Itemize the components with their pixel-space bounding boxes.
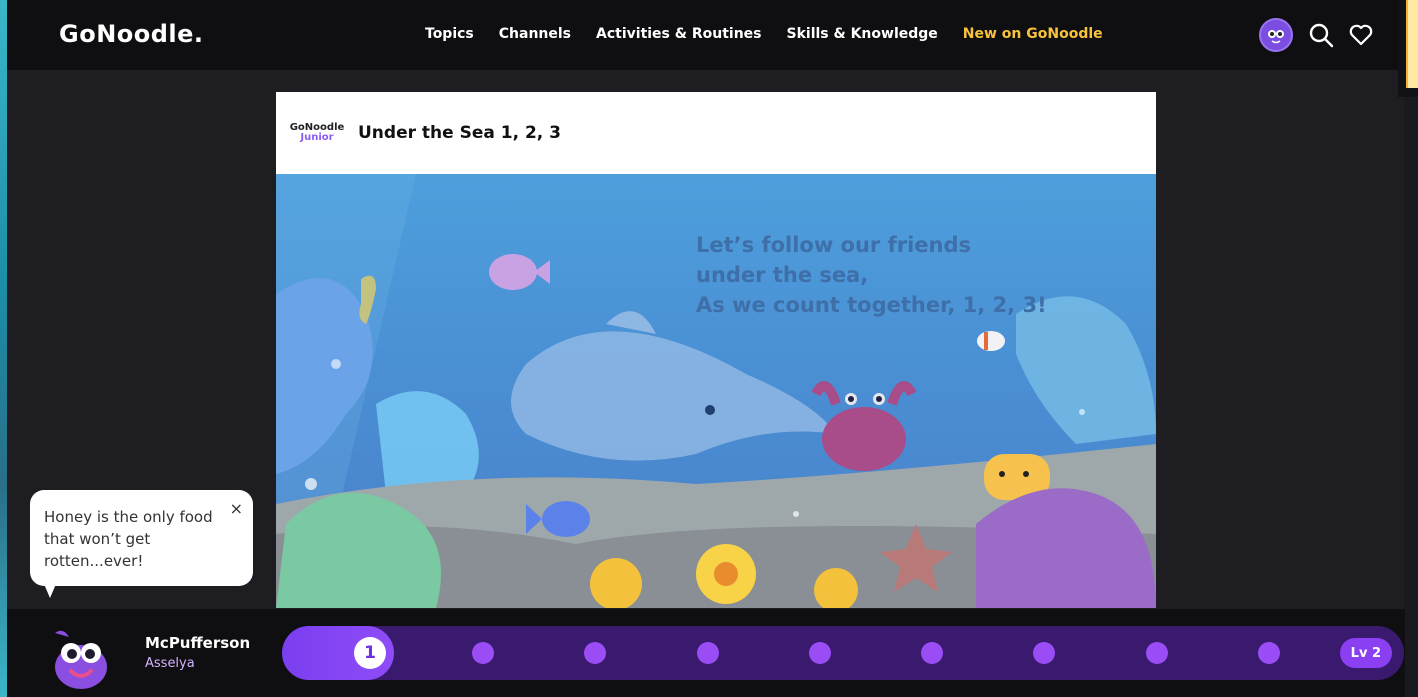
- gonoodle-junior-logo: GoNoodle Junior: [286, 118, 348, 148]
- window-edge: [1404, 97, 1418, 697]
- fun-fact-bubble: × Honey is the only food that won’t get …: [30, 490, 253, 598]
- heart-icon[interactable]: [1348, 22, 1374, 48]
- video-header: GoNoodle Junior Under the Sea 1, 2, 3: [276, 92, 1156, 174]
- nav-new-on-gonoodle[interactable]: New on GoNoodle: [963, 26, 1103, 42]
- champ-name: McPufferson: [145, 634, 251, 652]
- step-dot: [921, 642, 943, 664]
- video-card: GoNoodle Junior Under the Sea 1, 2, 3 Le…: [276, 92, 1156, 608]
- step-dot: [1258, 642, 1280, 664]
- site-header: GoNoodle. Topics Channels Activities & R…: [7, 0, 1398, 70]
- step-dot: [1033, 642, 1055, 664]
- video-player[interactable]: Let’s follow our friends under the sea, …: [276, 174, 1156, 608]
- progress-track: 1 Lv 2: [282, 626, 1404, 680]
- step-dot: [472, 642, 494, 664]
- step-dot: [697, 642, 719, 664]
- brand-line-2: Junior: [300, 132, 334, 143]
- main-nav: Topics Channels Activities & Routines Sk…: [425, 26, 1103, 42]
- champ-avatar: [45, 623, 115, 693]
- video-lyrics: Let’s follow our friends under the sea, …: [696, 230, 1047, 320]
- fun-fact-text: Honey is the only food that won’t get ro…: [44, 508, 213, 570]
- close-icon[interactable]: ×: [230, 498, 243, 520]
- level-badge: Lv 2: [1339, 638, 1392, 668]
- wallpaper-edge: [0, 0, 7, 697]
- search-icon[interactable]: [1308, 22, 1334, 48]
- step-dot: [809, 642, 831, 664]
- lyric-line-2: under the sea,: [696, 263, 869, 287]
- nav-channels[interactable]: Channels: [499, 26, 571, 42]
- wallpaper-corner: [1398, 0, 1418, 97]
- lyric-line-3: As we count together, 1, 2, 3!: [696, 293, 1047, 317]
- champ-progress-bar: McPufferson Asselya 1 Lv 2: [7, 609, 1405, 697]
- user-name: Asselya: [145, 656, 195, 671]
- step-dot: [584, 642, 606, 664]
- step-dot: [1146, 642, 1168, 664]
- gonoodle-logo[interactable]: GoNoodle.: [59, 20, 204, 48]
- nav-activities-routines[interactable]: Activities & Routines: [596, 26, 761, 42]
- lyric-line-1: Let’s follow our friends: [696, 233, 972, 257]
- nav-skills-knowledge[interactable]: Skills & Knowledge: [787, 26, 938, 42]
- video-title: Under the Sea 1, 2, 3: [358, 123, 561, 143]
- nav-topics[interactable]: Topics: [425, 26, 474, 42]
- current-step-marker: 1: [354, 637, 386, 669]
- avatar-icon[interactable]: [1259, 18, 1293, 52]
